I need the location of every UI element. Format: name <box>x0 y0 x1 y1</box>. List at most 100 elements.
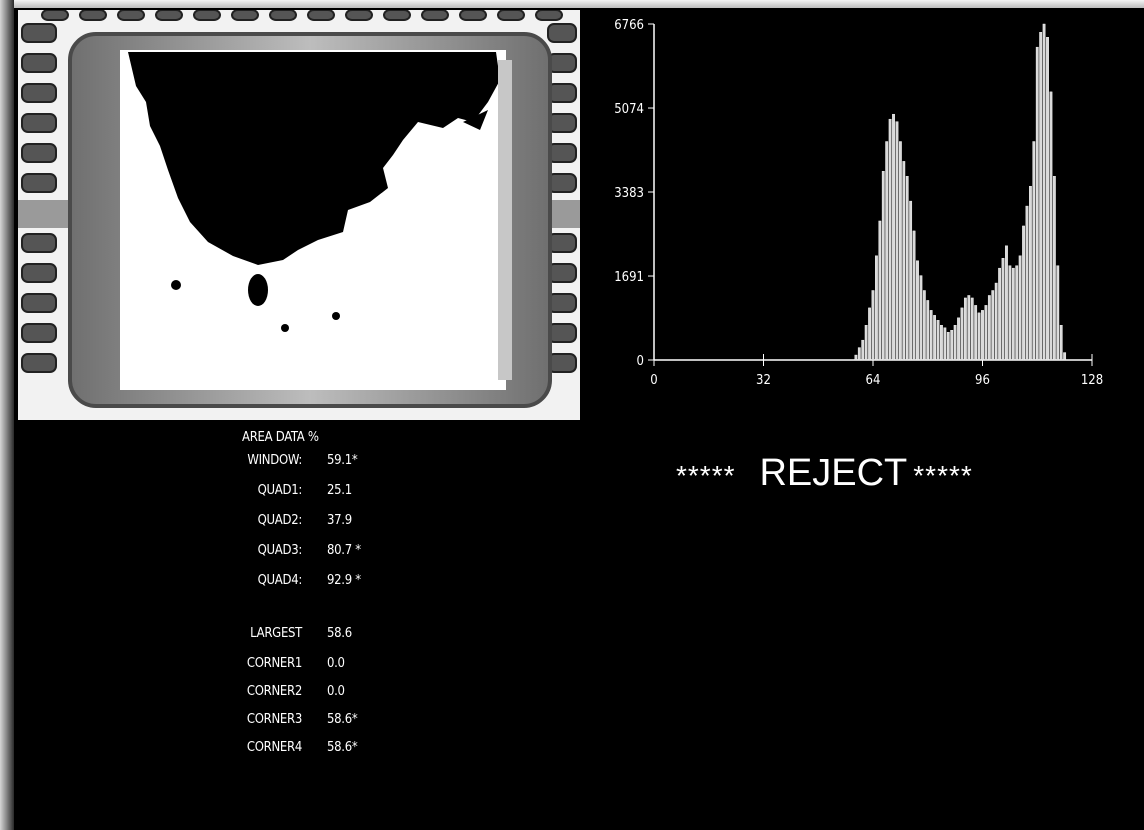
area-data-label: LARGEST <box>250 626 302 641</box>
histogram-y-tick-label: 3383 <box>614 186 644 201</box>
histogram-bar <box>864 325 868 361</box>
histogram-bar <box>916 260 919 361</box>
histogram-bar <box>892 113 895 361</box>
area-data-value: 92.9 * <box>327 573 361 588</box>
area-data-value: 80.7 * <box>327 543 361 558</box>
histogram-y-tick-label: 6766 <box>614 18 644 33</box>
area-data-row: QUAD1: 25.1 <box>190 483 430 501</box>
histogram-bar <box>970 297 974 361</box>
histogram-bar <box>1005 245 1008 361</box>
histogram-bar <box>1018 255 1022 361</box>
histogram-bar <box>1049 91 1053 361</box>
histogram-bar <box>1008 265 1012 361</box>
histogram-bar <box>974 305 978 361</box>
histogram-bar <box>1035 46 1039 361</box>
histogram-bar <box>1046 37 1049 361</box>
histogram-bar <box>933 315 936 361</box>
histogram-bar <box>922 290 926 361</box>
histogram-bar <box>991 290 995 361</box>
histogram-bar <box>936 320 940 361</box>
verdict-text: REJECT <box>759 452 908 494</box>
histogram-bar <box>977 312 981 361</box>
area-data-label: QUAD4: <box>257 573 303 588</box>
area-data-value: 58.6* <box>327 740 358 755</box>
histogram-bar <box>902 161 906 361</box>
histogram-bar <box>1015 265 1019 361</box>
histogram-bar <box>957 317 960 361</box>
histogram-bar <box>861 339 865 361</box>
histogram-y-tick-label: 0 <box>637 354 644 369</box>
histogram-bar <box>953 325 957 361</box>
verdict-stars-left: ***** <box>676 460 736 491</box>
area-data-row: CORNER2 0.0 <box>190 684 430 702</box>
histogram-bar <box>898 141 902 361</box>
histogram-bar <box>967 295 971 361</box>
histogram-bar <box>981 310 984 361</box>
histogram-bar <box>929 310 933 361</box>
histogram-x-tick-label: 96 <box>975 373 990 388</box>
histogram-bar <box>1056 265 1060 361</box>
histogram-bar <box>909 200 913 361</box>
area-data-value: 25.1 <box>327 483 352 498</box>
area-data-row: CORNER1 0.0 <box>190 656 430 674</box>
histogram-bar <box>984 305 988 361</box>
histogram-bar <box>1052 176 1056 361</box>
histogram-x-tick-label: 128 <box>1081 373 1103 388</box>
histogram-bar <box>940 325 943 361</box>
histogram-y-tick-label: 1691 <box>614 270 644 285</box>
area-data-label: WINDOW: <box>247 453 302 468</box>
histogram-bar <box>912 230 916 361</box>
area-data-value: 58.6 <box>327 626 352 641</box>
histogram-bar <box>854 354 858 361</box>
area-data-heading: AREA DATA % <box>242 430 319 445</box>
histogram-bar <box>1001 257 1005 361</box>
area-data-row: QUAD3: 80.7 * <box>190 543 430 561</box>
histogram-bar <box>1032 141 1036 361</box>
histogram-bar <box>960 307 964 361</box>
inspection-verdict: ***** REJECT ***** <box>676 452 973 495</box>
histogram-bar <box>1039 32 1043 361</box>
histogram-bar <box>881 171 885 361</box>
histogram-bar <box>868 307 871 361</box>
histogram-bar <box>926 300 930 361</box>
histogram-bar <box>1063 352 1067 361</box>
histogram-bar <box>1025 205 1029 361</box>
area-data-row: WINDOW: 59.1* <box>190 453 430 471</box>
area-data-row: CORNER4 58.6* <box>190 740 430 758</box>
histogram-bar <box>895 121 899 361</box>
histogram-bar <box>1022 225 1025 361</box>
histogram-bar <box>987 295 991 361</box>
histogram-x-tick-label: 0 <box>650 373 657 388</box>
window-left-border <box>0 0 14 830</box>
inspection-image <box>18 10 580 420</box>
area-data-label: QUAD3: <box>257 543 303 558</box>
histogram-bar <box>857 347 861 361</box>
histogram-bar <box>1042 23 1046 361</box>
histogram-bar <box>1059 325 1063 361</box>
histogram-bar <box>943 327 947 361</box>
histogram-bar <box>885 141 889 361</box>
histogram-bar <box>998 267 1002 361</box>
area-data-value: 0.0 <box>327 656 345 671</box>
area-data-value: 37.9 <box>327 513 352 528</box>
histogram-bar <box>946 331 950 361</box>
verdict-stars-right: ***** <box>913 460 973 491</box>
area-data-label: CORNER1 <box>246 656 302 671</box>
histogram-bar <box>1029 185 1032 361</box>
histogram-bar <box>950 330 954 361</box>
histogram-chart: 6766 5074 3383 1691 0 0 32 64 96 128 <box>614 18 1103 388</box>
histogram-y-tick-label: 5074 <box>614 102 644 117</box>
area-data-label: CORNER3 <box>246 712 302 727</box>
area-data-value: 59.1* <box>327 453 358 468</box>
area-data-label: CORNER2 <box>246 684 302 699</box>
histogram-bar <box>871 290 875 361</box>
histogram-bar <box>888 118 892 361</box>
area-data-row: LARGEST 58.6 <box>190 626 430 644</box>
histogram-bar <box>919 275 923 361</box>
area-data-label: QUAD2: <box>257 513 303 528</box>
histogram-x-tick-label: 64 <box>866 373 881 388</box>
area-data-row: QUAD2: 37.9 <box>190 513 430 531</box>
histogram-bar <box>875 255 878 361</box>
histogram-x-tick-label: 32 <box>756 373 771 388</box>
histogram-bar <box>994 282 998 361</box>
